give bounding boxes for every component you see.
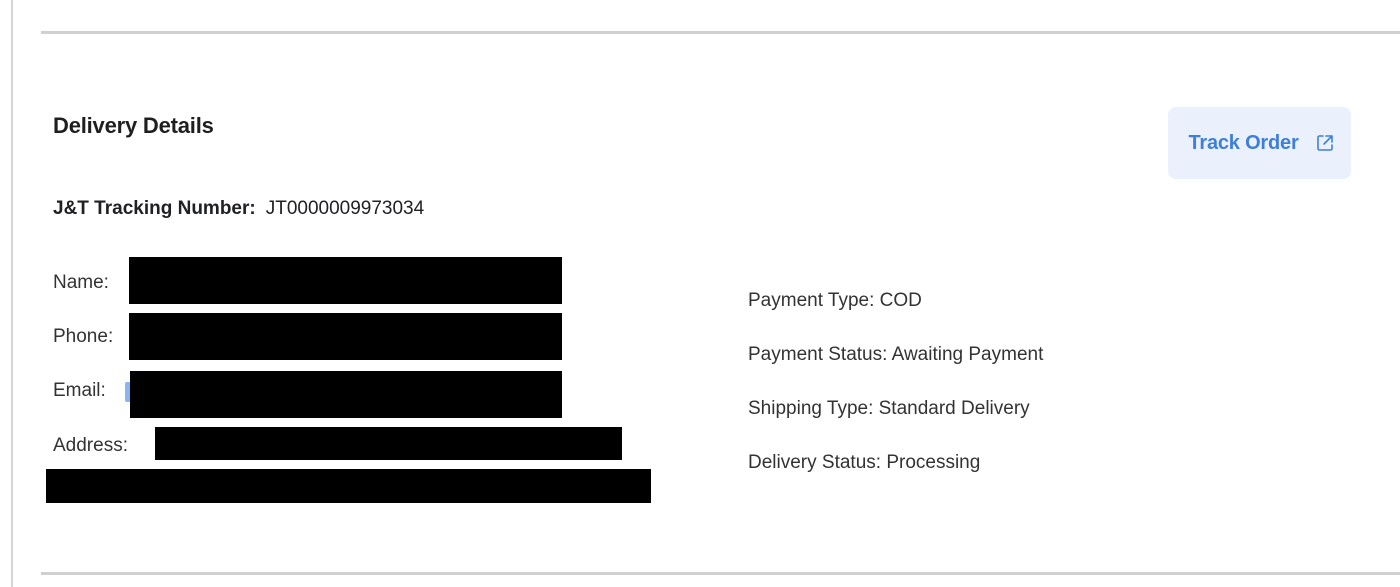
tracking-number-value: JT0000009973034 [265,198,425,219]
left-border [11,0,13,587]
delivery-status: Delivery Status: Processing [748,452,981,473]
track-order-label: Track Order [1188,131,1299,154]
redacted-email [130,371,562,418]
redacted-phone [129,313,562,360]
address-label: Address: [53,435,128,456]
tracking-number-label: J&T Tracking Number: [53,198,256,219]
shipping-type: Shipping Type: Standard Delivery [748,398,1030,419]
external-link-icon [1315,133,1335,153]
payment-type: Payment Type: COD [748,290,922,311]
payment-status: Payment Status: Awaiting Payment [748,344,1044,365]
email-label: Email: [53,380,106,401]
phone-label: Phone: [53,326,114,347]
name-label: Name: [53,272,109,293]
top-divider [41,31,1400,34]
bottom-divider [41,572,1400,575]
tracking-number-row: J&T Tracking Number: JT0000009973034 [53,198,424,220]
redacted-address-line-2 [46,469,651,503]
delivery-details-page: Delivery Details Track Order J&T Trackin… [0,0,1400,587]
redacted-name [129,257,562,304]
section-title: Delivery Details [53,113,214,138]
redacted-address-line-1 [155,427,622,460]
track-order-button[interactable]: Track Order [1168,107,1351,179]
